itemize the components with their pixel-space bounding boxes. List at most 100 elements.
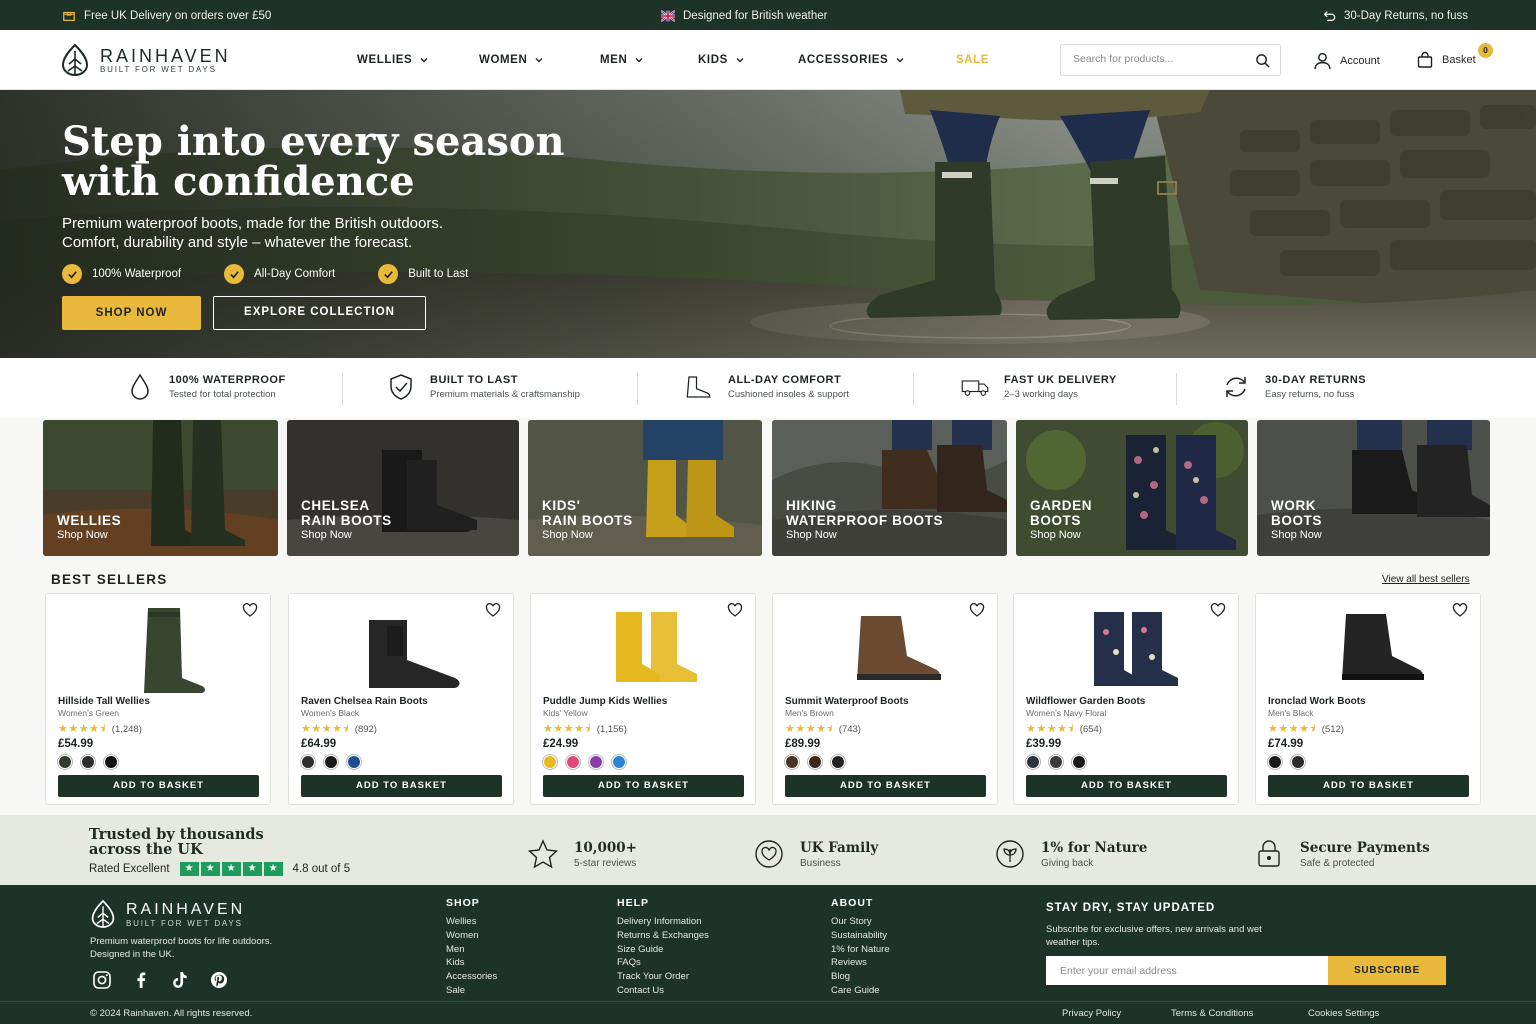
color-swatch[interactable]: [347, 755, 361, 769]
color-swatch[interactable]: [566, 755, 580, 769]
footer-link[interactable]: Kids: [446, 956, 497, 970]
terms-link[interactable]: Terms & Conditions: [1171, 1008, 1253, 1019]
category-shop-now[interactable]: Shop Now: [542, 529, 593, 541]
category-wellies[interactable]: WELLIES Shop Now: [43, 420, 278, 556]
product-card[interactable]: Wildflower Garden Boots Women's Navy Flo…: [1013, 593, 1239, 805]
product-image[interactable]: [329, 602, 479, 694]
footer-link[interactable]: Returns & Exchanges: [617, 929, 709, 943]
product-image[interactable]: [571, 602, 721, 694]
product-image[interactable]: [86, 602, 236, 694]
product-card[interactable]: Puddle Jump Kids Wellies Kids' Yellow ★★…: [530, 593, 756, 805]
nav-women[interactable]: WOMEN: [479, 54, 544, 66]
color-swatch[interactable]: [785, 755, 799, 769]
footer-link[interactable]: Delivery Information: [617, 915, 709, 929]
add-to-basket-button[interactable]: ADD TO BASKET: [1026, 775, 1227, 797]
category-kids[interactable]: KIDS' RAIN BOOTS Shop Now: [528, 420, 762, 556]
product-name[interactable]: Puddle Jump Kids Wellies: [543, 696, 667, 707]
nav-kids[interactable]: KIDS: [698, 54, 745, 66]
privacy-policy-link[interactable]: Privacy Policy: [1062, 1008, 1121, 1019]
footer-link[interactable]: Women: [446, 929, 497, 943]
footer-link[interactable]: Blog: [831, 970, 890, 984]
wishlist-heart-icon[interactable]: [485, 602, 501, 618]
color-swatch[interactable]: [1268, 755, 1282, 769]
category-shop-now[interactable]: Shop Now: [786, 529, 837, 541]
category-work[interactable]: WORK BOOTS Shop Now: [1257, 420, 1490, 556]
footer-link[interactable]: Contact Us: [617, 984, 709, 998]
instagram-icon[interactable]: [92, 970, 112, 990]
footer-link[interactable]: Our Story: [831, 915, 890, 929]
add-to-basket-button[interactable]: ADD TO BASKET: [1268, 775, 1469, 797]
wishlist-heart-icon[interactable]: [1452, 602, 1468, 618]
color-swatch[interactable]: [324, 755, 338, 769]
footer-link[interactable]: FAQs: [617, 956, 709, 970]
footer-link[interactable]: Sale: [446, 984, 497, 998]
subscribe-button[interactable]: SUBSCRIBE: [1328, 956, 1446, 985]
account-link[interactable]: Account: [1313, 51, 1380, 70]
product-name[interactable]: Wildflower Garden Boots: [1026, 696, 1145, 707]
product-name[interactable]: Raven Chelsea Rain Boots: [301, 696, 428, 707]
footer-logo[interactable]: RAINHAVEN BUILT FOR WET DAYS: [90, 899, 245, 929]
color-swatch[interactable]: [612, 755, 626, 769]
product-image[interactable]: [1054, 602, 1204, 694]
add-to-basket-button[interactable]: ADD TO BASKET: [301, 775, 502, 797]
product-name[interactable]: Hillside Tall Wellies: [58, 696, 150, 707]
add-to-basket-button[interactable]: ADD TO BASKET: [785, 775, 986, 797]
color-swatch[interactable]: [1049, 755, 1063, 769]
nav-accessories[interactable]: ACCESSORIES: [798, 54, 905, 66]
product-card[interactable]: Summit Waterproof Boots Men's Brown ★★★★…: [772, 593, 998, 805]
brand-logo[interactable]: RAINHAVEN BUILT FOR WET DAYS: [60, 43, 231, 77]
category-garden[interactable]: GARDEN BOOTS Shop Now: [1016, 420, 1248, 556]
color-swatch[interactable]: [81, 755, 95, 769]
product-card[interactable]: Ironclad Work Boots Men's Black ★★★★⯨ (51…: [1255, 593, 1481, 805]
footer-link[interactable]: Men: [446, 943, 497, 957]
category-hiking[interactable]: HIKING WATERPROOF BOOTS Shop Now: [772, 420, 1007, 556]
category-shop-now[interactable]: Shop Now: [1271, 529, 1322, 541]
category-shop-now[interactable]: Shop Now: [1030, 529, 1081, 541]
facebook-icon[interactable]: [131, 970, 151, 990]
shop-now-button[interactable]: SHOP NOW: [62, 296, 201, 330]
tiktok-icon[interactable]: [170, 970, 190, 990]
search-icon[interactable]: [1255, 53, 1270, 68]
footer-link[interactable]: Wellies: [446, 915, 497, 929]
explore-collection-button[interactable]: EXPLORE COLLECTION: [213, 296, 426, 330]
color-swatch[interactable]: [1072, 755, 1086, 769]
footer-link[interactable]: Accessories: [446, 970, 497, 984]
add-to-basket-button[interactable]: ADD TO BASKET: [58, 775, 259, 797]
wishlist-heart-icon[interactable]: [727, 602, 743, 618]
color-swatch[interactable]: [808, 755, 822, 769]
footer-link[interactable]: Sustainability: [831, 929, 890, 943]
color-swatch[interactable]: [1026, 755, 1040, 769]
product-image[interactable]: [1296, 602, 1446, 694]
footer-link[interactable]: Size Guide: [617, 943, 709, 957]
search-input[interactable]: [1073, 53, 1243, 65]
add-to-basket-button[interactable]: ADD TO BASKET: [543, 775, 744, 797]
footer-link[interactable]: 1% for Nature: [831, 943, 890, 957]
cookies-settings-link[interactable]: Cookies Settings: [1308, 1008, 1379, 1019]
color-swatch[interactable]: [58, 755, 72, 769]
category-shop-now[interactable]: Shop Now: [57, 529, 108, 541]
newsletter-email-input[interactable]: [1046, 956, 1328, 985]
footer-link[interactable]: Track Your Order: [617, 970, 709, 984]
view-all-best-sellers-link[interactable]: View all best sellers: [1382, 574, 1470, 585]
footer-link[interactable]: Care Guide: [831, 984, 890, 998]
product-image[interactable]: [813, 602, 963, 694]
color-swatch[interactable]: [1291, 755, 1305, 769]
wishlist-heart-icon[interactable]: [1210, 602, 1226, 618]
nav-sale[interactable]: SALE: [956, 54, 989, 66]
color-swatch[interactable]: [543, 755, 557, 769]
wishlist-heart-icon[interactable]: [242, 602, 258, 618]
footer-link[interactable]: Reviews: [831, 956, 890, 970]
pinterest-icon[interactable]: [209, 970, 229, 990]
wishlist-heart-icon[interactable]: [969, 602, 985, 618]
product-name[interactable]: Summit Waterproof Boots: [785, 696, 909, 707]
product-card[interactable]: Raven Chelsea Rain Boots Women's Black ★…: [288, 593, 514, 805]
product-card[interactable]: Hillside Tall Wellies Women's Green ★★★★…: [45, 593, 271, 805]
category-shop-now[interactable]: Shop Now: [301, 529, 352, 541]
color-swatch[interactable]: [301, 755, 315, 769]
nav-men[interactable]: MEN: [600, 54, 644, 66]
color-swatch[interactable]: [589, 755, 603, 769]
nav-wellies[interactable]: WELLIES: [357, 54, 429, 66]
product-name[interactable]: Ironclad Work Boots: [1268, 696, 1366, 707]
color-swatch[interactable]: [104, 755, 118, 769]
category-chelsea[interactable]: CHELSEA RAIN BOOTS Shop Now: [287, 420, 519, 556]
